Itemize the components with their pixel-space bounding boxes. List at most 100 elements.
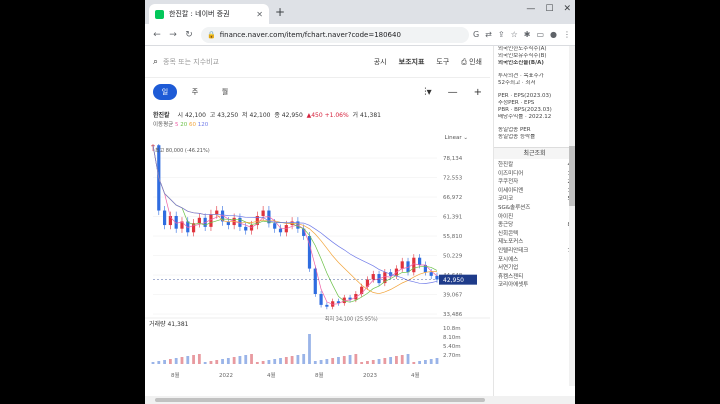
sidepanel-icon[interactable]: ▭ (536, 30, 544, 39)
info-row: 투자의견 · 목표주가 (498, 73, 544, 79)
candle-body (325, 304, 329, 307)
candle-body (162, 210, 167, 226)
info-row: 외국인소진율(B/A) (498, 60, 544, 66)
volume-bar (168, 359, 172, 364)
recent-item-name: 한진칼 (498, 162, 514, 168)
volume-bar (313, 361, 317, 364)
search-input[interactable]: 종목 또는 지수비교 (163, 57, 374, 67)
back-icon[interactable]: ← (149, 30, 165, 40)
bookmark-icon[interactable]: ☆ (511, 30, 518, 39)
recent-item[interactable]: 쿠쿠전자2 (498, 178, 571, 187)
volume-bar (279, 358, 282, 364)
recent-item[interactable]: 코리아에셋투 (498, 281, 571, 290)
volume-bar (273, 359, 277, 364)
browser-tab[interactable]: 한진칼 : 네이버 증권 ✕ (149, 4, 269, 24)
candle-body (197, 217, 201, 224)
recent-item[interactable]: 한진칼4 (498, 161, 571, 170)
close-label: 종 (274, 112, 280, 119)
recent-title[interactable]: 최근조회 (494, 147, 575, 159)
recent-item[interactable]: 인텔리안테크7 (498, 247, 571, 256)
recent-item-name: SG&솔루션즈 (498, 204, 531, 211)
period-month-button[interactable]: 월 (213, 84, 237, 100)
open-value: 42,100 (184, 112, 206, 119)
recent-item[interactable]: 아이진 (498, 213, 571, 222)
recent-item[interactable]: 제노포커스 (498, 238, 571, 247)
close-window-icon[interactable]: ✕ (563, 4, 571, 14)
recent-item[interactable]: 코미코5 (498, 195, 571, 204)
volume-bar (395, 356, 398, 364)
volume-bar (383, 358, 387, 364)
vertical-scrollbar[interactable] (569, 46, 575, 386)
maximize-icon[interactable]: ☐ (545, 4, 553, 14)
high-label: 고 (209, 112, 216, 119)
recent-item-name: 신회콘텍 (498, 230, 519, 237)
y-tick-label: 78,134 (443, 156, 463, 162)
y-tick-label: 66,972 (443, 195, 462, 201)
volume-bar (215, 360, 219, 364)
x-tick-label: 8월 (315, 371, 324, 379)
volume-bar (342, 356, 346, 364)
forward-icon[interactable]: → (165, 30, 181, 40)
share-icon[interactable]: ⇪ (498, 30, 505, 39)
volume-bar (267, 360, 271, 364)
menu-indicators[interactable]: 보조지표 (399, 57, 425, 67)
puzzle-icon[interactable]: ✱ (524, 30, 531, 39)
candle-body (261, 210, 265, 216)
info-sidebar: 외국인한도주식수(A) 외국인보유주식수(B) 외국인소진율(B/A) 투자의견 · … (493, 46, 575, 396)
volume-bar (296, 355, 300, 364)
scale-selector[interactable]: Linear ⌄ (445, 135, 468, 141)
moving-average-line (152, 145, 437, 295)
hscroll-thumb[interactable] (155, 398, 485, 402)
volume-bar (250, 354, 253, 364)
ma-5: 5 (175, 122, 179, 128)
ma-120: 120 (197, 122, 209, 128)
volume-bar (232, 357, 236, 364)
new-tab-button[interactable]: + (275, 5, 285, 19)
profile-icon[interactable]: ● (550, 30, 557, 39)
reload-icon[interactable]: ↻ (181, 30, 197, 40)
google-icon[interactable]: G (473, 30, 479, 39)
volume-label: 거 (352, 112, 359, 119)
price-chart[interactable]: 78,13472,55366,97261,39155,81050,22944,6… (145, 144, 490, 384)
close-tab-icon[interactable]: ✕ (256, 10, 263, 19)
period-day-button[interactable]: 일 (153, 84, 177, 100)
search-icon[interactable]: ⌕ (153, 57, 158, 67)
recent-item[interactable]: 이즈미디어1 (498, 170, 571, 179)
candle-body (273, 223, 277, 229)
recent-item[interactable]: SG&솔루션즈 (498, 204, 571, 213)
candle-body (400, 261, 404, 269)
info-row: 배당수익률 · 2022.12 (498, 114, 552, 120)
minimize-icon[interactable]: — (526, 4, 535, 14)
horizontal-scrollbar[interactable] (145, 396, 575, 404)
candlestick-icon[interactable]: ⫶▾ (424, 87, 432, 98)
menu-print[interactable]: ⎙ 인쇄 (461, 57, 482, 67)
open-label: 시 (177, 112, 184, 119)
menu-icon[interactable]: ⋮ (563, 30, 571, 39)
translate-icon[interactable]: ⇄ (485, 30, 492, 39)
menu-tools[interactable]: 도구 (436, 57, 449, 67)
recent-item[interactable]: 포시에스 (498, 256, 571, 265)
low-label: 저 (242, 112, 248, 119)
info-row: 외국인한도주식수(A) (498, 46, 547, 52)
y-tick-label: 72,553 (443, 176, 463, 182)
url-field[interactable]: 🔒 finance.naver.com/item/fchart.naver?co… (201, 26, 469, 43)
volume-bar (360, 362, 364, 364)
recent-item[interactable]: 휴켐스젠티 (498, 273, 571, 282)
menu-disclosure[interactable]: 공시 (374, 57, 387, 67)
recent-item-name: 이즈미디어 (498, 170, 524, 177)
moving-average-legend[interactable]: 이동평균 5 20 60 120 (145, 120, 490, 130)
recent-item[interactable]: 이세이티엔1 (498, 187, 571, 196)
low-value: 42,100 (249, 112, 271, 119)
recent-item[interactable]: 신회콘텍 (498, 230, 571, 239)
tab-title: 한진칼 : 네이버 증권 (169, 10, 230, 18)
recent-item[interactable]: 종근당8 (498, 221, 571, 230)
scroll-thumb[interactable] (569, 146, 575, 206)
recent-item-name: 인텔리안테크 (498, 247, 529, 254)
recent-item[interactable]: 서연기업 (498, 264, 571, 273)
zoom-out-icon[interactable]: — (448, 87, 458, 98)
period-week-button[interactable]: 주 (183, 84, 207, 100)
zoom-in-icon[interactable]: + (474, 87, 482, 98)
volume-bar (435, 358, 439, 364)
chart-pane: ⌕ 종목 또는 지수비교 공시 보조지표 도구 ⎙ 인쇄 일 주 월 ⫶▾ — … (145, 46, 490, 396)
info-row: 추정PER · EPS (498, 100, 535, 106)
